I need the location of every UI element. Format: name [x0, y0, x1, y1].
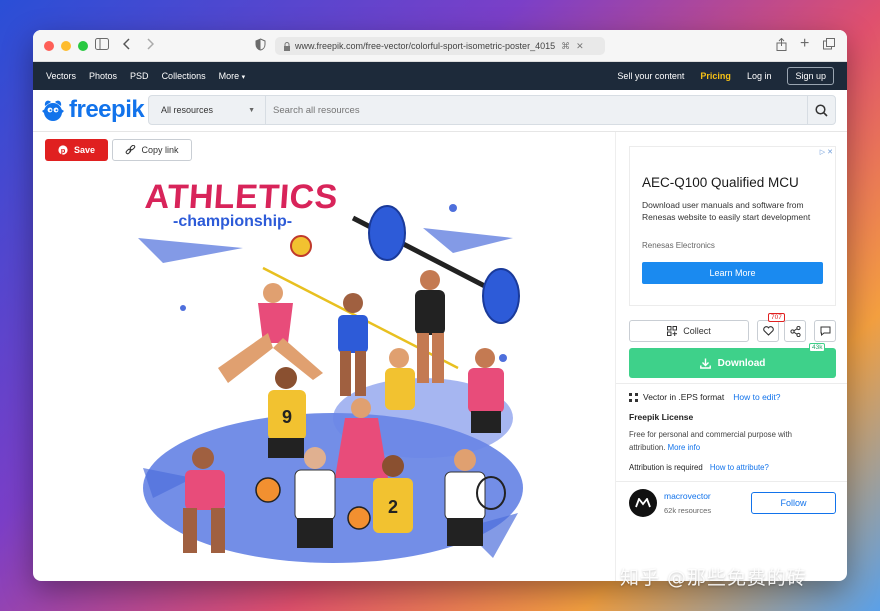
license-title: Freepik License — [629, 412, 694, 422]
collection-icon — [667, 326, 678, 336]
freepik-logo[interactable]: freepik — [40, 96, 145, 124]
author-logo-icon — [635, 498, 651, 508]
poster-title: ATHLETICS — [143, 178, 340, 216]
nav-photos[interactable]: Photos — [89, 71, 117, 81]
close-window-button[interactable] — [44, 40, 54, 51]
copy-link-label: Copy link — [141, 145, 179, 155]
signup-button[interactable]: Sign up — [787, 67, 834, 85]
how-to-edit-link[interactable]: How to edit? — [733, 392, 780, 402]
attribution-label: Attribution is required — [629, 463, 703, 472]
nav-more-label: More — [218, 71, 240, 81]
collect-label: Collect — [683, 326, 711, 336]
zoom-window-button[interactable] — [78, 40, 88, 51]
how-to-attribute-link[interactable]: How to attribute? — [710, 463, 769, 472]
share-icon[interactable] — [776, 37, 787, 55]
main-content: p Save Copy link 9 2 ATHLETICS -champion… — [33, 132, 847, 581]
sidebar-toggle-icon[interactable] — [95, 38, 109, 54]
freepik-logo-icon — [42, 100, 64, 121]
attribution-info: Attribution is required How to attribute… — [629, 463, 769, 472]
back-icon[interactable] — [122, 38, 131, 54]
svg-text:2: 2 — [388, 497, 398, 517]
author-resources: 62k resources — [664, 506, 712, 515]
save-button-label: Save — [73, 145, 96, 155]
pricing-link[interactable]: Pricing — [700, 71, 731, 81]
svg-text:9: 9 — [282, 407, 292, 427]
sell-content-link[interactable]: Sell your content — [617, 71, 684, 81]
share-button[interactable] — [784, 320, 806, 342]
top-navigation-right: Sell your content Pricing Log in Sign up — [617, 62, 834, 90]
search-icon — [815, 103, 828, 117]
author-avatar[interactable] — [629, 489, 657, 517]
author-name[interactable]: macrovector — [664, 491, 711, 501]
forward-icon[interactable] — [146, 38, 155, 54]
download-count-badge: 43k — [809, 343, 826, 352]
more-info-link[interactable]: More info — [668, 443, 701, 452]
minimize-window-button[interactable] — [61, 40, 71, 51]
divider — [616, 481, 847, 482]
nav-vectors[interactable]: Vectors — [46, 71, 76, 81]
login-link[interactable]: Log in — [747, 71, 772, 81]
collect-button[interactable]: Collect — [629, 320, 749, 342]
search-button[interactable] — [807, 96, 835, 124]
ad-choices-icon[interactable]: ▷ ✕ — [820, 148, 833, 156]
format-label: Vector in .EPS format — [643, 392, 725, 402]
lock-icon — [284, 41, 290, 51]
url-text: www.freepik.com/free-vector/colorful-spo… — [295, 41, 556, 51]
license-body: Free for personal and commercial purpose… — [629, 430, 792, 452]
privacy-shield-icon[interactable] — [255, 38, 266, 55]
download-label: Download — [717, 357, 766, 369]
advertisement[interactable]: ▷ ✕ AEC-Q100 Qualified MCU Download user… — [629, 146, 836, 306]
download-button[interactable]: Download — [629, 348, 836, 378]
address-bar[interactable]: www.freepik.com/free-vector/colorful-spo… — [275, 37, 605, 55]
divider — [616, 383, 847, 384]
search-input[interactable] — [266, 96, 807, 124]
resource-actions: Collect 707 — [629, 313, 836, 342]
nav-collections[interactable]: Collections — [162, 71, 206, 81]
resource-sidebar: ▷ ✕ AEC-Q100 Qualified MCU Download user… — [615, 132, 847, 581]
tab-overview-icon[interactable] — [823, 38, 835, 54]
watermark-text: 知乎 @那些免费的砖 — [620, 567, 808, 589]
nav-more[interactable]: More ▾ — [219, 71, 246, 81]
like-button[interactable] — [757, 320, 779, 342]
search-category-label: All resources — [161, 105, 214, 115]
ad-learn-more-button[interactable]: Learn More — [642, 262, 823, 284]
follow-button[interactable]: Follow — [751, 492, 836, 514]
window-controls — [44, 40, 88, 51]
heart-icon — [762, 326, 774, 336]
poster-subtitle: -championship- — [173, 213, 293, 230]
download-icon — [699, 358, 711, 369]
top-navigation: Vectors Photos PSD Collections More ▾ Se… — [33, 62, 847, 90]
ad-body: Download user manuals and software from … — [642, 200, 811, 222]
new-tab-icon[interactable]: + — [800, 36, 809, 52]
like-count-badge: 707 — [768, 313, 785, 322]
search-bar: All resources ▼ — [148, 95, 836, 125]
copy-link-button[interactable]: Copy link — [112, 139, 192, 161]
site-header: freepik All resources ▼ — [33, 90, 847, 132]
ad-brand: Renesas Electronics — [642, 241, 715, 250]
comment-icon — [820, 326, 830, 336]
share-nodes-icon — [789, 325, 801, 337]
ad-title: AEC-Q100 Qualified MCU — [642, 175, 799, 190]
nav-psd[interactable]: PSD — [130, 71, 149, 81]
clear-url-icon[interactable]: ✕ — [576, 41, 584, 52]
athletics-poster-image[interactable]: 9 2 ATHLETICS -championship- — [123, 168, 526, 570]
browser-window: www.freepik.com/free-vector/colorful-spo… — [33, 30, 847, 581]
comment-button[interactable] — [814, 320, 836, 342]
browser-titlebar: www.freepik.com/free-vector/colorful-spo… — [33, 30, 847, 62]
author-card: macrovector 62k resources Follow — [629, 489, 836, 521]
vector-icon — [629, 392, 638, 402]
save-button[interactable]: p Save — [45, 139, 108, 161]
chevron-down-icon: ▼ — [248, 106, 255, 114]
search-category-select[interactable]: All resources ▼ — [149, 96, 266, 124]
chevron-down-icon: ▾ — [241, 74, 246, 81]
svg-text:p: p — [61, 146, 66, 155]
format-info: Vector in .EPS format How to edit? — [629, 392, 781, 402]
license-description: Free for personal and commercial purpose… — [629, 428, 819, 454]
translate-icon[interactable]: ⌘ — [561, 41, 570, 52]
link-icon — [126, 144, 136, 154]
freepik-logo-text: freepik — [69, 96, 145, 123]
pinterest-icon: p — [58, 145, 68, 155]
